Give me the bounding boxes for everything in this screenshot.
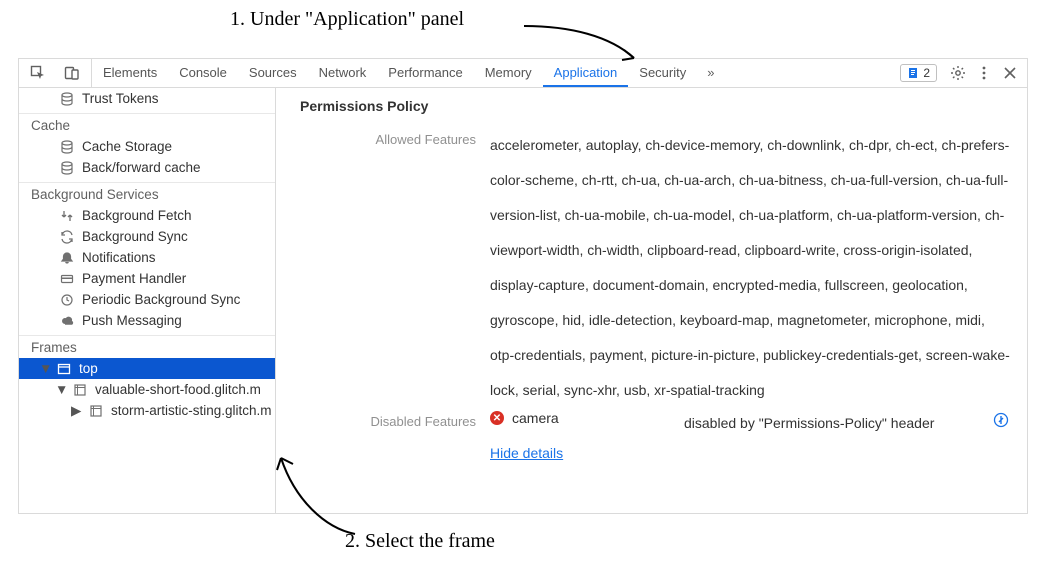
sidebar-item-label: Notifications	[82, 250, 156, 265]
disabled-cell: ✕ camera disabled by "Permissions-Policy…	[490, 408, 1011, 461]
sidebar-item-label: top	[79, 361, 98, 376]
annotation-step1: 1. Under "Application" panel	[230, 8, 464, 31]
tab-more[interactable]: »	[697, 59, 724, 87]
kebab-icon[interactable]	[973, 62, 995, 84]
sidebar-item-label: Push Messaging	[82, 313, 182, 328]
sidebar-item-label: Back/forward cache	[82, 160, 201, 175]
section-title: Permissions Policy	[300, 98, 1011, 114]
close-icon[interactable]	[999, 62, 1021, 84]
sidebar-item-bf-cache[interactable]: Back/forward cache	[19, 157, 275, 178]
sidebar-section-frames: Frames	[19, 335, 275, 358]
allowed-features-list: accelerometer, autoplay, ch-device-memor…	[490, 128, 1011, 408]
disclosure-triangle-icon: ▼	[39, 361, 48, 376]
inspect-icon[interactable]	[27, 62, 49, 84]
clock-icon	[59, 292, 74, 307]
tab-sources[interactable]: Sources	[238, 59, 308, 87]
gear-icon[interactable]	[947, 62, 969, 84]
sidebar-item-label: Trust Tokens	[82, 91, 159, 106]
annotation-text: 1. Under "Application" panel	[230, 8, 464, 30]
frame-icon	[88, 403, 103, 418]
disabled-reason: disabled by "Permissions-Policy" header	[684, 410, 973, 437]
properties-grid: Allowed Features accelerometer, autoplay…	[292, 128, 1011, 461]
tab-performance[interactable]: Performance	[377, 59, 473, 87]
sidebar-item-cache-storage[interactable]: Cache Storage	[19, 136, 275, 157]
bell-icon	[59, 250, 74, 265]
card-icon	[59, 271, 74, 286]
tab-console[interactable]: Console	[168, 59, 238, 87]
main-panel: Permissions Policy Allowed Features acce…	[276, 88, 1027, 513]
refresh-button[interactable]	[991, 410, 1011, 430]
fetch-icon	[59, 208, 74, 223]
tab-elements[interactable]: Elements	[92, 59, 168, 87]
disabled-row: ✕ camera disabled by "Permissions-Policy…	[490, 408, 1011, 437]
sidebar-item-payment[interactable]: Payment Handler	[19, 268, 275, 289]
sidebar-item-trust-tokens[interactable]: Trust Tokens	[19, 88, 275, 109]
sidebar-item-periodic[interactable]: Periodic Background Sync	[19, 289, 275, 310]
disabled-feature: ✕ camera	[490, 410, 666, 426]
sidebar-item-label: Payment Handler	[82, 271, 186, 286]
window-icon	[56, 361, 71, 376]
annotation-step2: 2. Select the frame	[345, 530, 495, 553]
sidebar-item-frame-top[interactable]: ▼ top	[19, 358, 275, 379]
allowed-label: Allowed Features	[292, 128, 490, 408]
sidebar-item-label: valuable-short-food.glitch.m	[95, 382, 261, 397]
sidebar-item-label: storm-artistic-sting.glitch.m	[111, 403, 272, 418]
database-icon	[59, 160, 74, 175]
sidebar-item-frame-child1[interactable]: ▼ valuable-short-food.glitch.m	[19, 379, 275, 400]
frame-icon	[72, 382, 87, 397]
device-toggle-icon[interactable]	[61, 62, 83, 84]
sidebar-item-notifications[interactable]: Notifications	[19, 247, 275, 268]
arrow-icon	[520, 18, 640, 66]
feature-name: camera	[512, 410, 559, 426]
sidebar-item-label: Background Fetch	[82, 208, 192, 223]
hide-details-link[interactable]: Hide details	[490, 445, 1011, 461]
annotation-text: 2. Select the frame	[345, 530, 495, 552]
sidebar-item-label: Background Sync	[82, 229, 188, 244]
sidebar-section-bg-services: Background Services	[19, 182, 275, 205]
sidebar-item-label: Cache Storage	[82, 139, 172, 154]
sidebar: Trust Tokens Cache Cache Storage Back/fo…	[19, 88, 276, 513]
sidebar-item-label: Periodic Background Sync	[82, 292, 240, 307]
issues-chip[interactable]: 2	[900, 64, 937, 82]
toolbar-right: 2	[900, 59, 1027, 87]
database-icon	[59, 139, 74, 154]
database-icon	[59, 91, 74, 106]
sidebar-item-frame-child2[interactable]: ▶ storm-artistic-sting.glitch.m	[19, 400, 275, 421]
arrow-icon	[275, 450, 365, 540]
content-area: Trust Tokens Cache Cache Storage Back/fo…	[19, 88, 1027, 513]
cloud-icon	[59, 313, 74, 328]
disclosure-triangle-icon: ▼	[55, 382, 64, 397]
sidebar-item-push[interactable]: Push Messaging	[19, 310, 275, 331]
issues-count: 2	[923, 66, 930, 80]
disclosure-triangle-icon: ▶	[71, 403, 80, 419]
devtools-window: Elements Console Sources Network Perform…	[18, 58, 1028, 514]
sync-icon	[59, 229, 74, 244]
issue-icon	[907, 67, 919, 79]
sidebar-section-cache: Cache	[19, 113, 275, 136]
inspect-tools	[19, 59, 92, 87]
error-icon: ✕	[490, 411, 504, 425]
sidebar-item-bg-fetch[interactable]: Background Fetch	[19, 205, 275, 226]
tab-network[interactable]: Network	[308, 59, 378, 87]
sidebar-item-bg-sync[interactable]: Background Sync	[19, 226, 275, 247]
